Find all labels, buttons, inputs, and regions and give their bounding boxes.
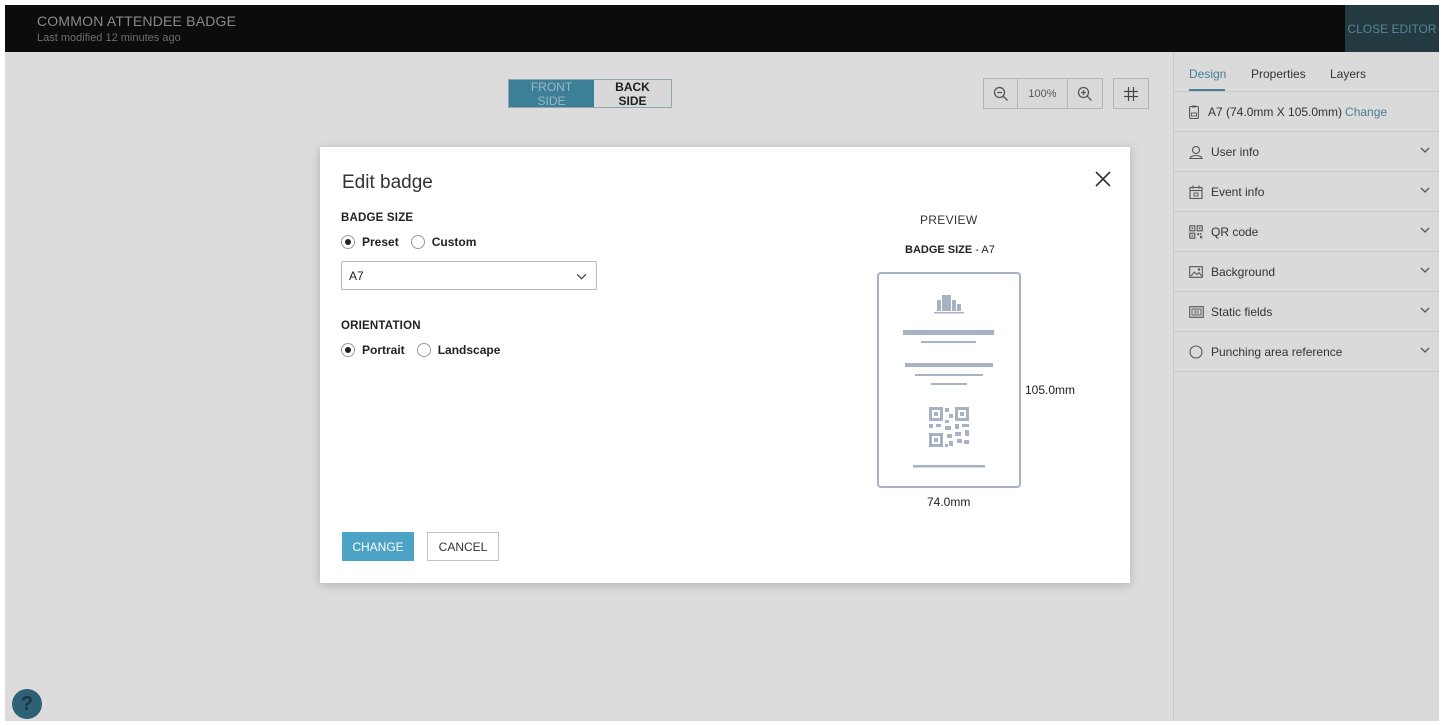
accordion-label: Punching area reference [1211,344,1343,359]
chevron-down-icon [576,273,587,280]
qr-icon [1189,224,1205,239]
front-side-button[interactable]: FRONT SIDE [509,80,594,108]
accordion-background[interactable]: Background [1174,252,1439,292]
last-modified-text: Last modified 12 minutes ago [37,32,181,44]
zoom-level: 100% [1018,79,1068,108]
zoom-in-button[interactable] [1068,79,1102,108]
size-mode-radios: Preset Custom [341,235,476,249]
accordion-punching-area[interactable]: Punching area reference [1174,332,1439,372]
preview-size-value: - A7 [972,244,995,256]
fields-icon [1189,305,1205,318]
preset-radio[interactable] [341,235,355,249]
close-icon[interactable] [1094,170,1112,188]
orientation-radios: Portrait Landscape [341,343,500,357]
custom-radio[interactable] [410,235,425,249]
grid-icon [1124,86,1138,101]
accordion-label: User info [1211,144,1260,159]
selected-size: A7 [349,268,364,283]
accordion-static-fields[interactable]: Static fields [1174,292,1439,332]
user-icon [1189,145,1205,159]
cancel-button[interactable]: CANCEL [427,532,499,561]
preset-label: Preset [362,235,399,249]
badge-size-row: A7 (74.0mm X 105.0mm) Change [1174,92,1439,132]
preview-title: PREVIEW [920,213,978,227]
side-toggle: FRONT SIDE BACK SIDE [508,79,672,108]
width-dimension: 74.0mm [927,495,971,509]
dialog-title: Edit badge [342,172,433,193]
height-dimension: 105.0mm [1025,383,1076,397]
right-panel: Design Properties Layers A7 (74.0mm X 10… [1173,52,1439,721]
change-size-link[interactable]: Change [1345,105,1387,119]
panel-tabs: Design Properties Layers [1174,52,1439,92]
top-bar: COMMON ATTENDEE BADGE Last modified 12 m… [5,5,1439,52]
close-editor-button[interactable]: CLOSE EDITOR [1345,5,1439,52]
portrait-radio[interactable] [341,343,355,357]
accordion-label: Event info [1211,184,1265,199]
accordion-qr-code[interactable]: QR code [1174,212,1439,252]
building-icon [934,295,964,314]
badge-size-text: A7 (74.0mm X 105.0mm) [1208,104,1343,119]
accordion-label: Background [1211,264,1276,279]
edit-badge-dialog: Edit badge BADGE SIZE Preset Custom A7 O… [320,147,1130,583]
accordion-label: Static fields [1211,304,1273,319]
tab-design[interactable]: Design [1189,67,1226,81]
chevron-down-icon [1420,307,1430,313]
badge-preview-graphic [903,295,994,468]
portrait-label: Portrait [362,343,405,357]
accordion-user-info[interactable]: User info [1174,132,1439,172]
active-tab-indicator [1189,89,1225,91]
help-button[interactable]: ? [12,689,42,719]
back-side-button[interactable]: BACK SIDE [594,80,671,108]
badge-preview [877,272,1021,488]
badge-icon [1189,105,1201,119]
preview-badge-size: BADGE SIZE - A7 [905,244,995,256]
zoom-out-button[interactable] [984,79,1018,108]
chevron-down-icon [1420,347,1430,353]
chevron-down-icon [1420,267,1430,273]
landscape-radio[interactable] [416,343,431,357]
accordion-label: QR code [1211,224,1259,239]
orientation-label: ORIENTATION [341,320,421,332]
zoom-out-icon [993,86,1008,101]
zoom-controls: 100% [983,78,1103,109]
circle-icon [1189,344,1205,359]
badge-size-select[interactable]: A7 [341,261,597,290]
qr-icon [929,407,969,447]
calendar-icon [1189,185,1205,199]
grid-toggle-button[interactable] [1113,78,1149,109]
chevron-down-icon [1420,187,1430,193]
chevron-down-icon [1420,147,1430,153]
accordion-event-info[interactable]: Event info [1174,172,1439,212]
image-icon [1189,265,1205,278]
tab-layers[interactable]: Layers [1330,67,1366,81]
landscape-label: Landscape [437,343,501,357]
custom-label: Custom [431,235,477,249]
change-button[interactable]: CHANGE [342,532,414,561]
badge-size-label: BADGE SIZE [341,212,414,224]
chevron-down-icon [1420,227,1430,233]
badge-title: COMMON ATTENDEE BADGE [37,13,237,29]
preview-size-prefix: BADGE SIZE [905,244,973,256]
tab-properties[interactable]: Properties [1251,67,1306,81]
zoom-in-icon [1077,86,1092,101]
